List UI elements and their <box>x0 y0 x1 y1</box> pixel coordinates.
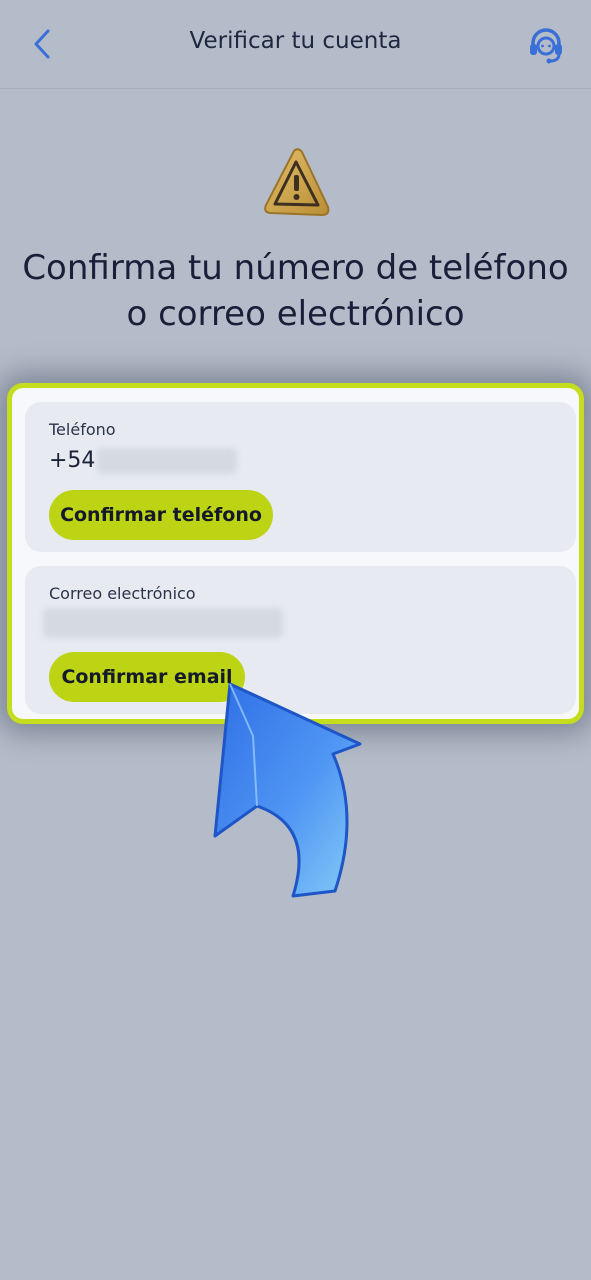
top-bar: Verificar tu cuenta <box>0 0 591 89</box>
email-label: Correo electrónico <box>49 584 196 603</box>
email-card: Correo electrónico Confirmar email <box>25 566 576 714</box>
phone-value: +54 <box>49 448 238 474</box>
email-address-redacted <box>43 608 283 638</box>
phone-prefix: +54 <box>49 448 96 473</box>
phone-card: Teléfono +54 Confirmar teléfono <box>25 402 576 552</box>
page-title: Verificar tu cuenta <box>189 28 402 54</box>
support-button[interactable] <box>523 22 569 68</box>
warning-icon <box>264 148 330 217</box>
contact-options-panel: Teléfono +54 Confirmar teléfono Correo e… <box>7 383 584 724</box>
confirm-headline: Confirma tu número de teléfono o correo … <box>22 248 569 334</box>
confirm-phone-button[interactable]: Confirmar teléfono <box>49 490 273 540</box>
email-value <box>43 608 283 638</box>
headset-icon <box>530 28 562 64</box>
phone-number-redacted <box>97 448 238 474</box>
phone-label: Teléfono <box>49 420 116 439</box>
confirm-email-button[interactable]: Confirmar email <box>49 652 245 702</box>
